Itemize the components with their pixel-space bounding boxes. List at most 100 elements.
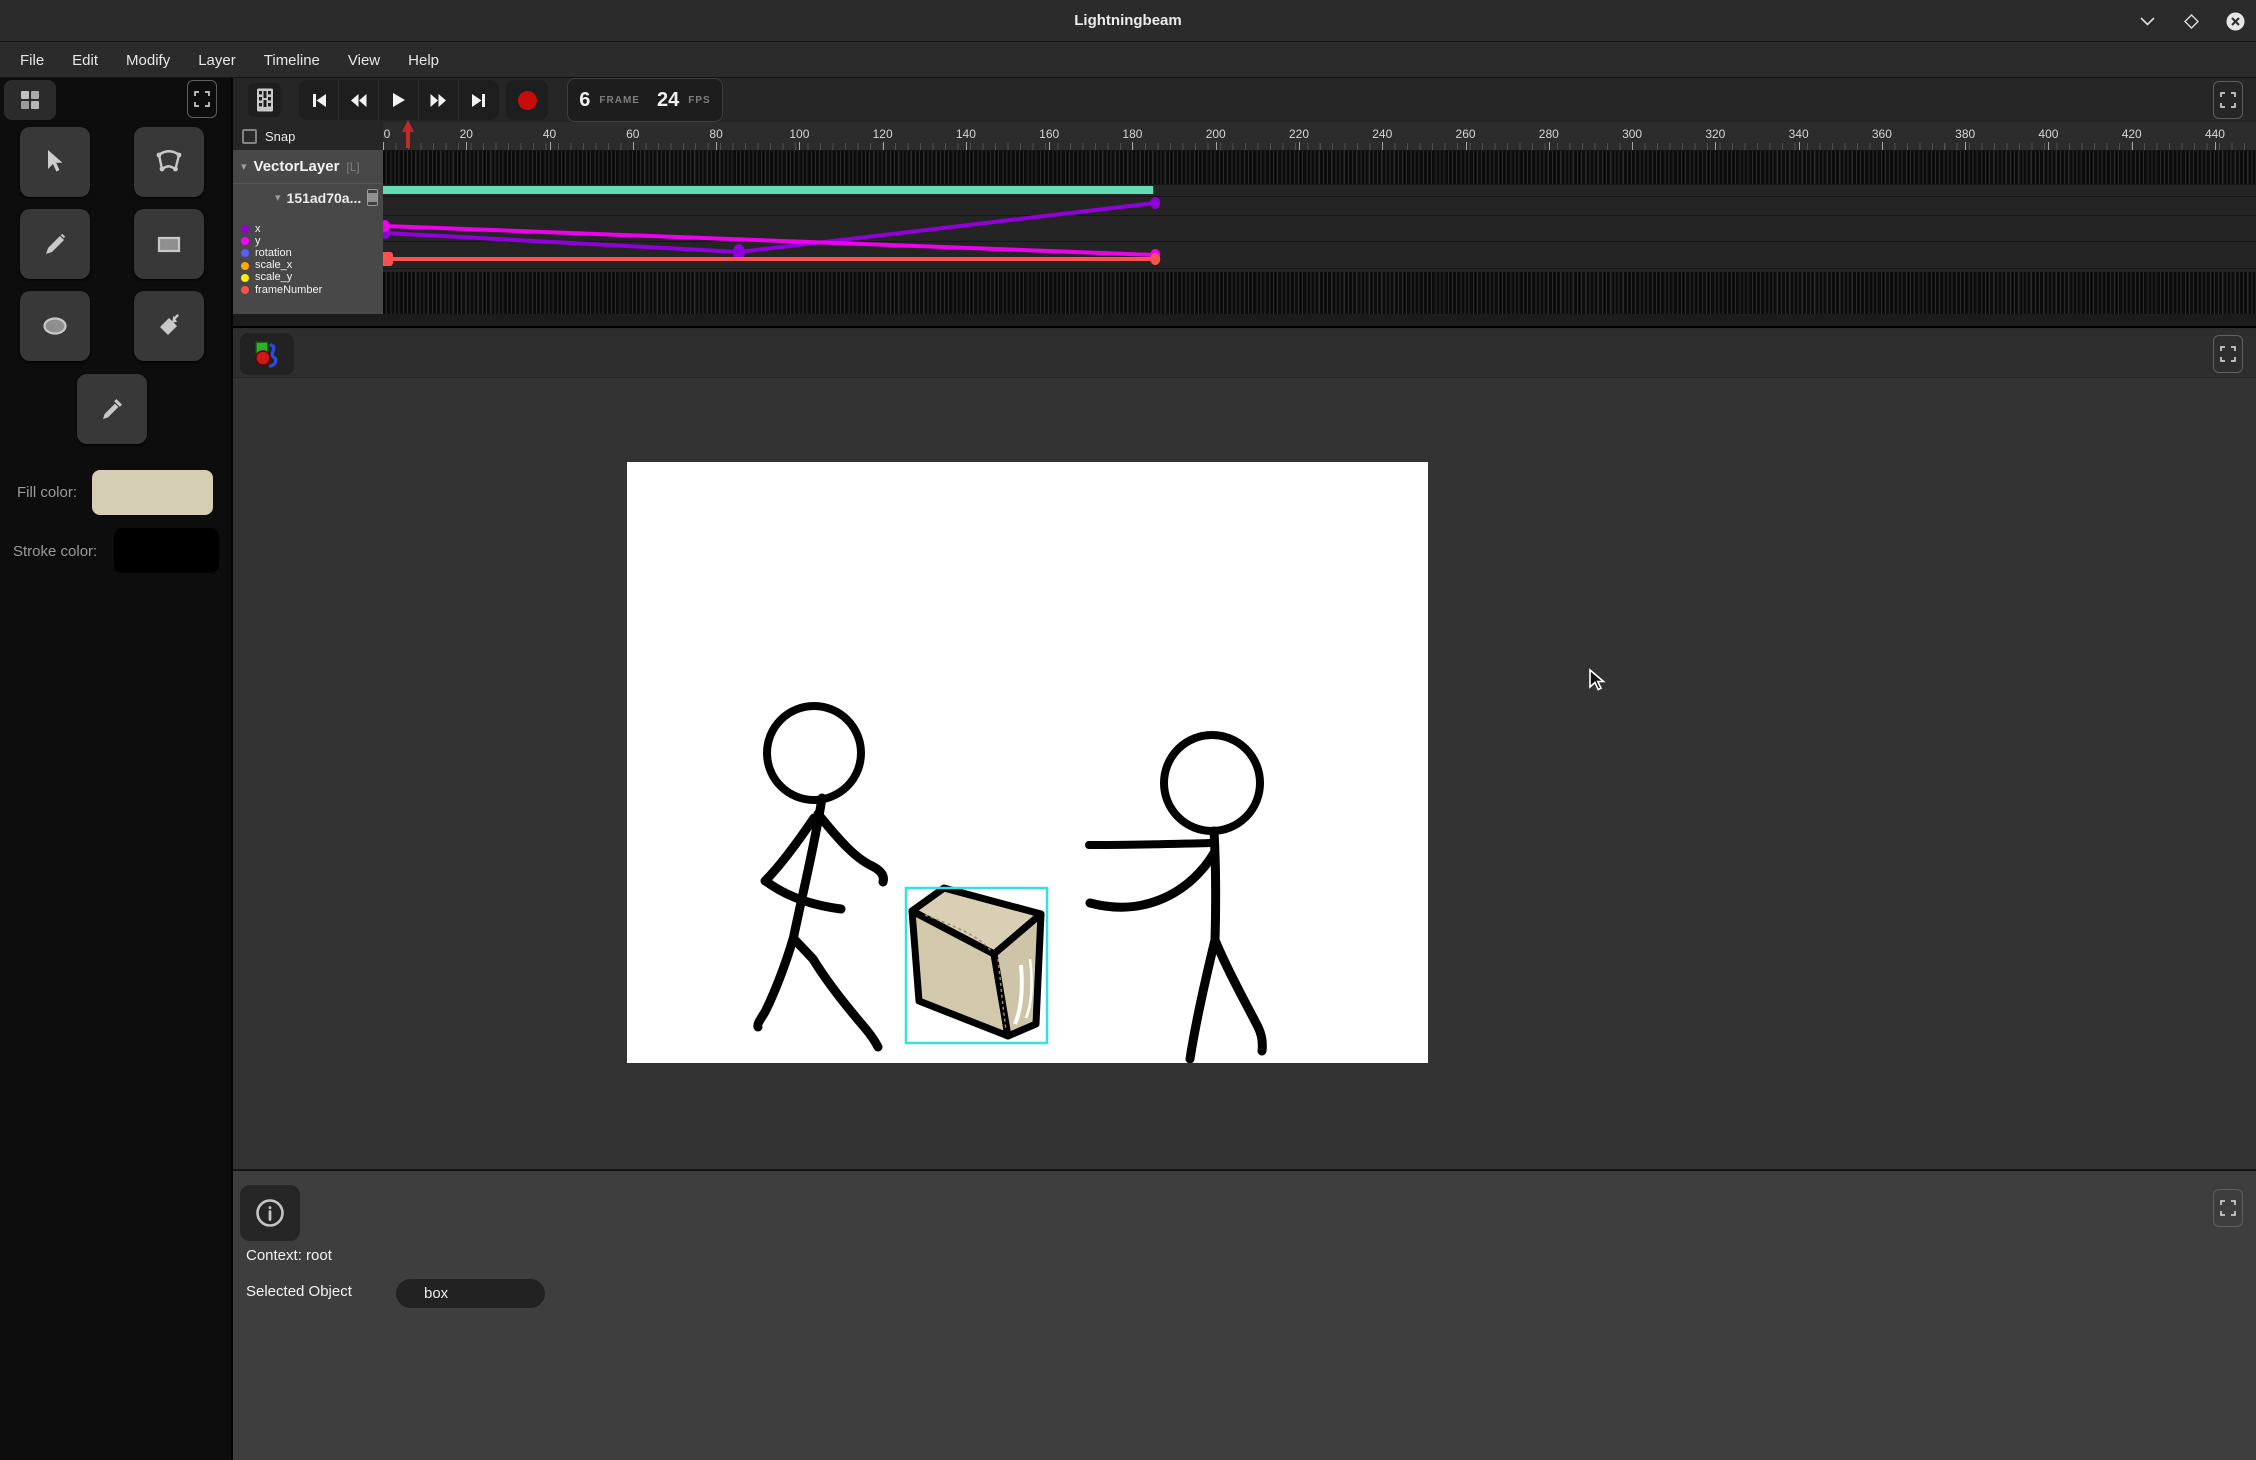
- menu-item-layer[interactable]: Layer: [184, 43, 250, 78]
- frame-value[interactable]: 6: [579, 89, 590, 112]
- timeline-footer-strip: [233, 314, 2256, 326]
- inspector-panel: Context: root Selected Object box: [233, 1169, 2256, 1460]
- menu-item-view[interactable]: View: [334, 43, 394, 78]
- ruler-major-tick: [1882, 142, 1883, 150]
- tools-expand-button[interactable]: [187, 80, 217, 118]
- ruler-minor-ticks: [383, 143, 2256, 150]
- property-row-y[interactable]: y: [241, 235, 383, 247]
- ruler-major-tick: [466, 142, 467, 150]
- circle-x-icon: [2226, 12, 2245, 31]
- animation-curves[interactable]: [383, 150, 2256, 316]
- ruler-label: 280: [1539, 127, 1559, 141]
- stick-figure-right[interactable]: [1089, 735, 1262, 1059]
- property-label: scale_y: [255, 272, 292, 283]
- eyedropper-tool-button[interactable]: [77, 374, 147, 444]
- pencil-icon: [41, 230, 69, 258]
- box[interactable]: [906, 888, 1047, 1043]
- fps-value[interactable]: 24: [657, 89, 679, 112]
- fill-color-swatch[interactable]: [92, 470, 213, 515]
- stick-figure-left[interactable]: [758, 706, 884, 1047]
- select-tool-button[interactable]: [20, 127, 90, 197]
- ruler-label: 380: [1955, 127, 1975, 141]
- keyframe-marker-frameNumber[interactable]: [383, 252, 393, 266]
- minimize-button[interactable]: [2136, 10, 2158, 32]
- pencil-tool-button[interactable]: [20, 209, 90, 279]
- maximize-button[interactable]: [2180, 10, 2202, 32]
- record-icon: [518, 91, 537, 110]
- property-row-x[interactable]: x: [241, 223, 383, 235]
- close-button[interactable]: [2224, 10, 2246, 32]
- collapse-arrow-icon[interactable]: ▾: [275, 191, 281, 204]
- expand-icon: [194, 91, 210, 107]
- property-label: frameNumber: [255, 285, 322, 296]
- timeline-expand-button[interactable]: [2213, 81, 2243, 119]
- ruler-label: 200: [1206, 127, 1226, 141]
- menu-item-timeline[interactable]: Timeline: [250, 43, 334, 78]
- tools-panel: Fill color: Stroke color:: [0, 78, 233, 1460]
- property-row-rotation[interactable]: rotation: [241, 247, 383, 259]
- menu-item-help[interactable]: Help: [394, 43, 453, 78]
- panel-grid-button[interactable]: [4, 80, 56, 120]
- rectangle-tool-button[interactable]: [134, 209, 204, 279]
- selected-object-row: Selected Object box: [246, 1283, 352, 1300]
- transform-tool-button[interactable]: [134, 127, 204, 197]
- layer-suffix: [L]: [346, 160, 359, 174]
- snap-checkbox[interactable]: [242, 129, 257, 144]
- title-bar: Lightningbeam: [0, 0, 2256, 42]
- collapse-arrow-icon[interactable]: ▾: [241, 160, 247, 173]
- transport-bar: 6 FRAME 24 FPS: [233, 78, 2256, 122]
- ruler-major-tick: [1049, 142, 1050, 150]
- menu-item-modify[interactable]: Modify: [112, 43, 184, 78]
- keyframe-span-bar[interactable]: [383, 186, 1153, 194]
- stroke-color-swatch[interactable]: [114, 528, 219, 573]
- paint-bucket-tool-button[interactable]: [134, 291, 204, 361]
- ruler-label: 60: [626, 127, 639, 141]
- menu-item-file[interactable]: File: [6, 43, 58, 78]
- grid-icon: [20, 90, 40, 110]
- curve-x[interactable]: [385, 203, 1155, 252]
- keyframe-marker-x[interactable]: [1150, 197, 1160, 209]
- info-panel-button[interactable]: [240, 1185, 300, 1241]
- object-row[interactable]: ▾ 151ad70a... ~: [233, 184, 383, 211]
- ruler-major-tick: [1632, 142, 1633, 150]
- eyedropper-icon: [98, 395, 126, 423]
- ruler-major-tick: [2215, 142, 2216, 150]
- ruler-label: 100: [789, 127, 809, 141]
- record-button[interactable]: [506, 80, 548, 120]
- fast-forward-button[interactable]: [419, 80, 459, 120]
- drawing-canvas[interactable]: [627, 462, 1428, 1063]
- rewind-button[interactable]: [339, 80, 379, 120]
- transform-icon: [154, 147, 184, 177]
- property-row-frameNumber[interactable]: frameNumber: [241, 284, 383, 296]
- playhead-icon[interactable]: [400, 119, 416, 150]
- square-icon: [368, 193, 377, 202]
- menu-item-edit[interactable]: Edit: [58, 43, 112, 78]
- object-name: 151ad70a...: [287, 190, 362, 206]
- timeline-ruler[interactable]: 0204060801001201401601802002202402602803…: [383, 122, 2256, 150]
- property-row-scale_x[interactable]: scale_x: [241, 260, 383, 272]
- film-strip-icon: [256, 88, 274, 112]
- skip-to-start-button[interactable]: [299, 80, 339, 120]
- skip-to-end-button[interactable]: [459, 80, 499, 120]
- ruler-major-tick: [1299, 142, 1300, 150]
- canvas-panel-button[interactable]: [240, 333, 294, 375]
- timeline-panel-button[interactable]: [248, 83, 281, 117]
- window-title: Lightningbeam: [0, 0, 2256, 42]
- select-arrow-icon: [41, 148, 69, 176]
- property-color-dot: [241, 274, 249, 282]
- ruler-label: 140: [956, 127, 976, 141]
- keyframe-marker-frameNumber[interactable]: [1150, 253, 1160, 265]
- layer-row-vectorlayer[interactable]: ▾ VectorLayer[L]: [233, 150, 383, 184]
- layer-visibility-button[interactable]: [367, 189, 378, 206]
- property-row-scale_y[interactable]: scale_y: [241, 272, 383, 284]
- ellipse-tool-button[interactable]: [20, 291, 90, 361]
- timeline-tracks[interactable]: [383, 150, 2256, 316]
- ruler-label: 0: [384, 127, 391, 141]
- play-button[interactable]: [379, 80, 419, 120]
- play-icon: [391, 92, 406, 108]
- canvas-expand-button[interactable]: [2213, 335, 2243, 373]
- rewind-icon: [350, 93, 367, 108]
- selected-object-input[interactable]: box: [396, 1279, 545, 1308]
- property-label: x: [255, 224, 261, 235]
- inspector-expand-button[interactable]: [2213, 1189, 2243, 1227]
